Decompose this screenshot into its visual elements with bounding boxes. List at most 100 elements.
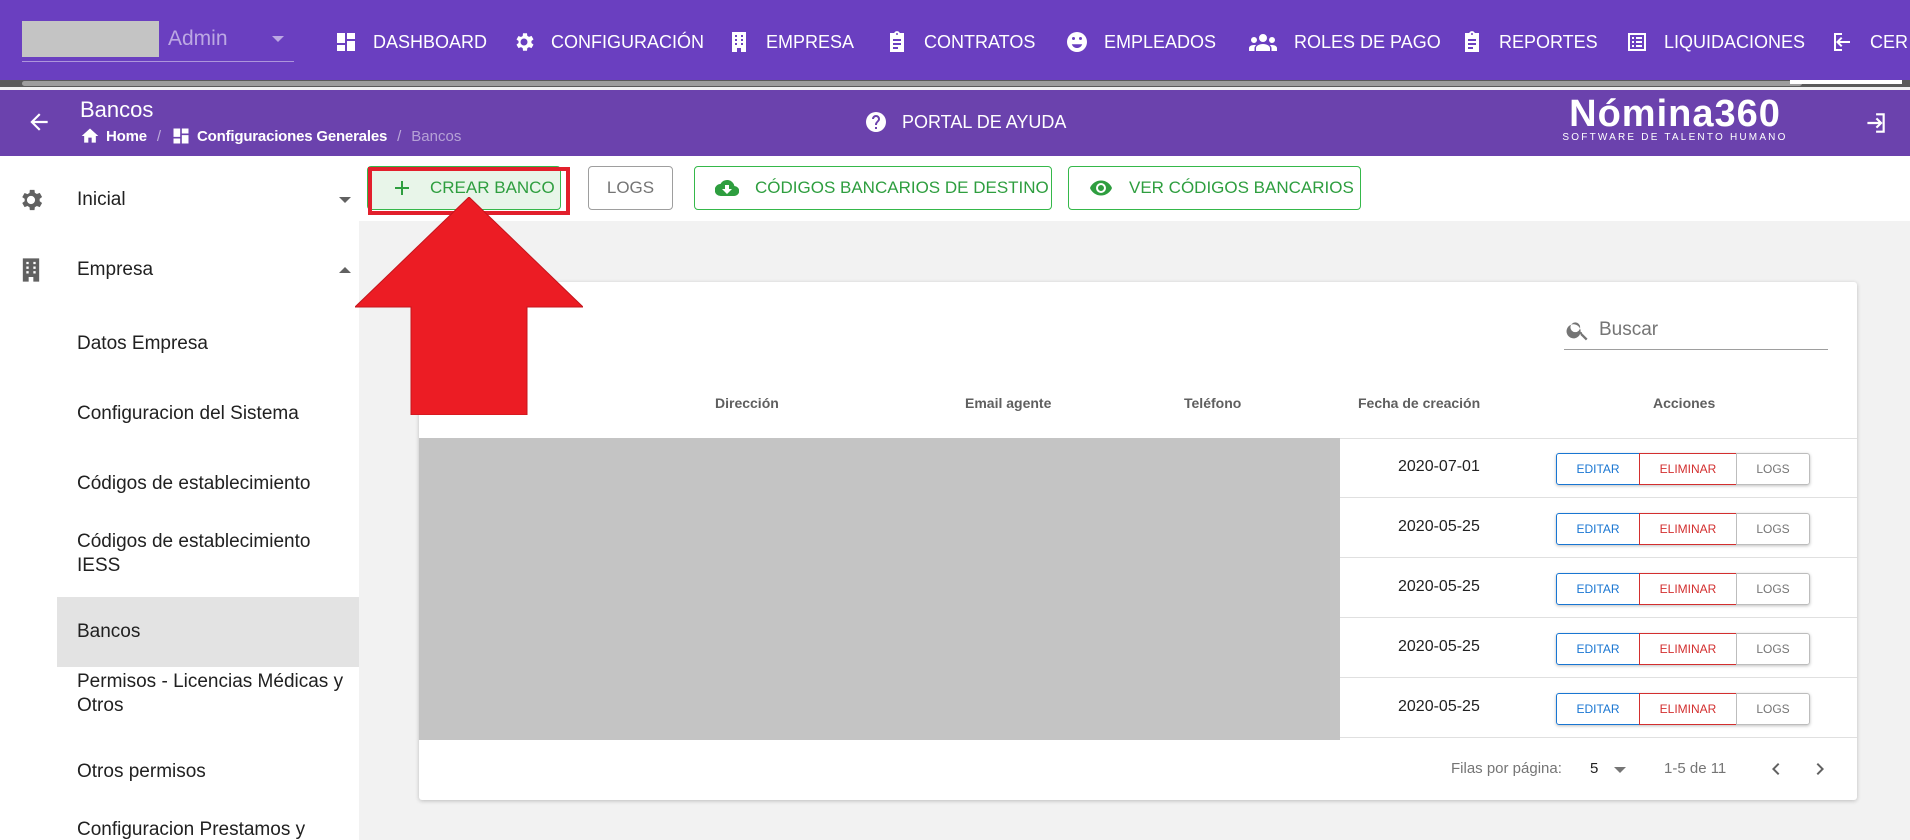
editar-button[interactable]: EDITAR	[1556, 693, 1640, 725]
nav-reportes[interactable]: REPORTES	[1459, 26, 1598, 58]
breadcrumb-configuraciones[interactable]: Configuraciones Generales	[197, 128, 387, 145]
row-actions: EDITAR ELIMINAR LOGS	[1556, 693, 1810, 725]
rows-per-page-label: Filas por página:	[1451, 760, 1562, 777]
rows-per-page-select[interactable]: 5	[1590, 760, 1598, 777]
row-logs-button[interactable]: LOGS	[1736, 693, 1810, 725]
nav-label: LIQUIDACIONES	[1664, 31, 1806, 52]
sidebar-item-label: Códigos de establecimiento	[77, 473, 311, 494]
eye-icon	[1089, 176, 1113, 200]
home-icon	[80, 126, 100, 146]
user-selector[interactable]: Admin	[22, 21, 294, 62]
sidebar-item-configuracion-prestamos[interactable]: Configuracion Prestamos y	[57, 808, 359, 840]
sidebar-group-inicial[interactable]: Inicial	[0, 172, 359, 228]
breadcrumb-separator: /	[156, 127, 162, 145]
back-arrow-icon[interactable]	[26, 109, 52, 135]
user-avatar-redacted	[22, 21, 159, 57]
eliminar-button[interactable]: ELIMINAR	[1639, 453, 1737, 485]
brand-name: Nómina360	[1569, 93, 1781, 135]
chevron-left-icon[interactable]	[1764, 757, 1788, 781]
sidebar-group-label: Empresa	[77, 259, 154, 280]
nav-cerrar[interactable]: CER	[1830, 26, 1908, 58]
chevron-up-icon	[339, 267, 351, 273]
nav-liquidaciones[interactable]: LIQUIDACIONES	[1624, 26, 1805, 58]
sidebar-group-empresa[interactable]: Empresa	[0, 242, 359, 298]
row-actions: EDITAR ELIMINAR LOGS	[1556, 513, 1810, 545]
chevron-right-icon[interactable]	[1808, 757, 1832, 781]
nav-label: DASHBOARD	[373, 31, 488, 52]
fecha-cell: 2020-05-25	[1398, 518, 1480, 535]
eliminar-button[interactable]: ELIMINAR	[1639, 633, 1737, 665]
face-icon	[1064, 29, 1090, 55]
nav-empresa[interactable]: EMPRESA	[726, 26, 854, 58]
nav-empleados[interactable]: EMPLEADOS	[1064, 26, 1216, 58]
help-circle-icon	[864, 110, 888, 134]
nav-label: EMPRESA	[766, 31, 855, 52]
column-header-telefono[interactable]: Teléfono	[1184, 395, 1241, 411]
row-logs-button[interactable]: LOGS	[1736, 453, 1810, 485]
breadcrumb-separator: /	[397, 127, 402, 145]
sidebar-item-bancos[interactable]: Bancos	[57, 597, 359, 667]
logout-icon	[1830, 29, 1856, 55]
gear-icon	[511, 29, 537, 55]
nav-active-indicator	[1790, 80, 1902, 84]
editar-button[interactable]: EDITAR	[1556, 633, 1640, 665]
brand-tagline: SOFTWARE DE TALENTO HUMANO	[1562, 132, 1788, 143]
ver-codigos-label: VER CÓDIGOS BANCARIOS	[1129, 178, 1354, 197]
sidebar-item-codigos-establecimiento[interactable]: Códigos de establecimiento	[57, 462, 359, 506]
logs-label: LOGS	[606, 178, 655, 197]
sidebar-item-otros-permisos[interactable]: Otros permisos	[57, 750, 359, 794]
users-icon	[1246, 29, 1280, 55]
column-header-fecha-creacion[interactable]: Fecha de creación	[1358, 395, 1480, 411]
sidebar-item-label: Permisos - Licencias Médicas y Otros	[77, 671, 344, 716]
eliminar-button[interactable]: ELIMINAR	[1639, 573, 1737, 605]
chevron-down-icon	[339, 197, 351, 203]
nav-dashboard[interactable]: DASHBOARD	[333, 26, 487, 58]
help-portal-label: PORTAL DE AYUDA	[902, 111, 1067, 132]
breadcrumb-home[interactable]: Home	[106, 128, 147, 145]
search-input[interactable]	[1599, 318, 1819, 341]
nav-configuracion[interactable]: CONFIGURACIÓN	[511, 26, 704, 58]
breadcrumb: Home / Configuraciones Generales / Banco…	[80, 126, 461, 146]
eliminar-button[interactable]: ELIMINAR	[1639, 693, 1737, 725]
chevron-down-icon[interactable]	[1614, 767, 1626, 773]
row-logs-button[interactable]: LOGS	[1736, 513, 1810, 545]
top-navigation: Admin DASHBOARD CONFIGURACIÓN EMPRESA CO…	[0, 0, 1910, 87]
nav-contratos[interactable]: CONTRATOS	[884, 26, 1035, 58]
ver-codigos-bancarios-button[interactable]: VER CÓDIGOS BANCARIOS	[1068, 166, 1361, 210]
sidebar-item-label: Datos Empresa	[77, 333, 208, 354]
logs-button[interactable]: LOGS	[588, 166, 673, 210]
editar-button[interactable]: EDITAR	[1556, 453, 1640, 485]
breadcrumb-current: Bancos	[411, 127, 462, 145]
table-row: 2020-05-25 EDITAR ELIMINAR LOGS	[1340, 678, 1857, 738]
column-header-direccion[interactable]: Dirección	[715, 395, 779, 411]
nav-roles-de-pago[interactable]: ROLES DE PAGO	[1246, 26, 1441, 58]
eliminar-button[interactable]: ELIMINAR	[1639, 513, 1737, 545]
codigos-bancarios-destino-button[interactable]: CÓDIGOS BANCARIOS DE DESTINO	[694, 166, 1052, 210]
search-icon	[1565, 317, 1591, 343]
dashboard-icon	[333, 29, 359, 55]
logout-icon[interactable]	[1862, 110, 1888, 136]
row-actions: EDITAR ELIMINAR LOGS	[1556, 573, 1810, 605]
nav-scrollbar-thumb[interactable]	[22, 81, 1802, 86]
building-icon	[17, 256, 45, 284]
nav-label: CONFIGURACIÓN	[551, 31, 704, 52]
help-portal-link[interactable]: PORTAL DE AYUDA	[864, 110, 1066, 134]
fecha-cell: 2020-05-25	[1398, 638, 1480, 655]
sidebar-item-codigos-iess[interactable]: Códigos de establecimiento IESS	[57, 526, 359, 582]
table-row: 2020-05-25 EDITAR ELIMINAR LOGS	[1340, 558, 1857, 618]
search-field[interactable]	[1564, 310, 1828, 350]
sidebar-item-permisos-licencias[interactable]: Permisos - Licencias Médicas y Otros	[57, 666, 359, 722]
nav-label: EMPLEADOS	[1104, 31, 1217, 52]
codigos-destino-label: CÓDIGOS BANCARIOS DE DESTINO	[755, 178, 1049, 197]
editar-button[interactable]: EDITAR	[1556, 573, 1640, 605]
editar-button[interactable]: EDITAR	[1556, 513, 1640, 545]
row-logs-button[interactable]: LOGS	[1736, 633, 1810, 665]
sidebar-item-datos-empresa[interactable]: Datos Empresa	[57, 322, 359, 366]
clipboard-icon	[884, 29, 910, 55]
nav-label: REPORTES	[1499, 31, 1598, 52]
column-header-email-agente[interactable]: Email agente	[965, 395, 1051, 411]
sidebar-item-configuracion-sistema[interactable]: Configuracion del Sistema	[57, 392, 359, 436]
redacted-table-cells	[419, 438, 1340, 740]
row-logs-button[interactable]: LOGS	[1736, 573, 1810, 605]
sidebar-group-label: Inicial	[77, 189, 126, 210]
